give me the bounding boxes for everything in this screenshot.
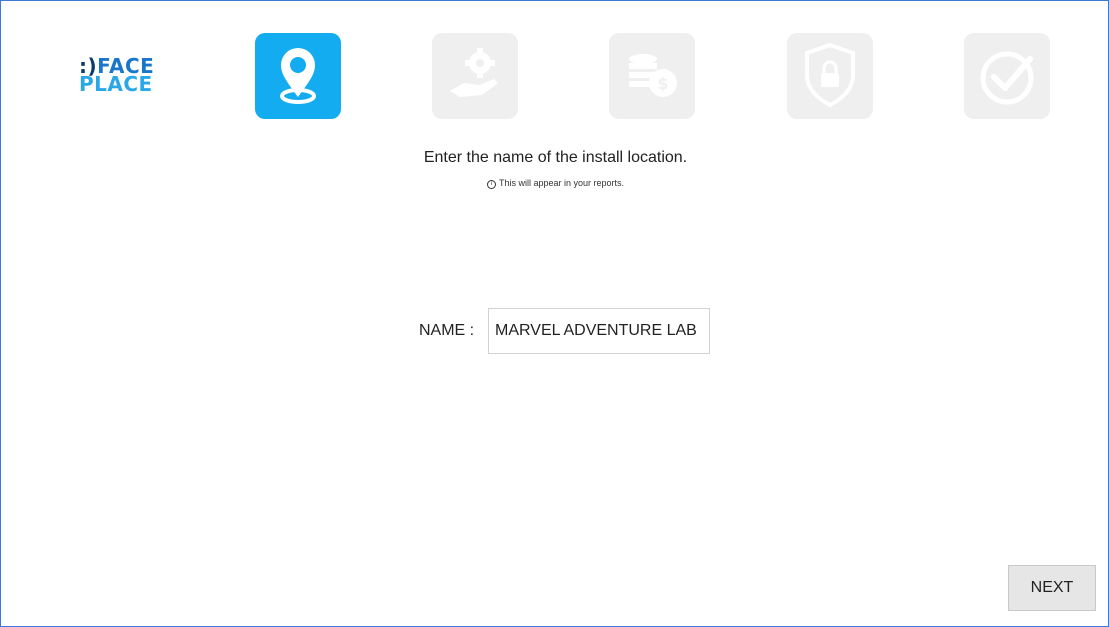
logo-word-place: PLACE — [79, 72, 153, 96]
step-location[interactable] — [255, 33, 341, 119]
page-title: Enter the name of the install location. — [423, 149, 688, 166]
coins-dollar-icon: $ — [629, 54, 677, 97]
step-configuration[interactable] — [432, 33, 518, 119]
step-security[interactable] — [787, 33, 873, 119]
info-icon: i — [486, 180, 496, 189]
shield-lock-icon — [805, 42, 855, 108]
name-label: NAME : — [419, 322, 475, 339]
hint-text-row: i This will appear in your reports. — [1, 178, 1109, 189]
checkmark-icon — [980, 51, 1034, 105]
svg-text:$: $ — [657, 74, 668, 93]
faceplace-logo: :)FACE PLACE — [79, 56, 169, 97]
step-pricing[interactable]: $ — [609, 33, 695, 119]
setup-window: :)FACE PLACE $ Enter the name of the ins… — [0, 0, 1109, 627]
hint-text: This will appear in your reports. — [498, 178, 625, 188]
location-name-input[interactable] — [488, 308, 710, 354]
next-button[interactable]: NEXT — [1008, 565, 1096, 611]
location-pin-icon — [280, 48, 316, 104]
step-finish[interactable] — [964, 33, 1050, 119]
hand-gear-icon — [450, 48, 498, 97]
